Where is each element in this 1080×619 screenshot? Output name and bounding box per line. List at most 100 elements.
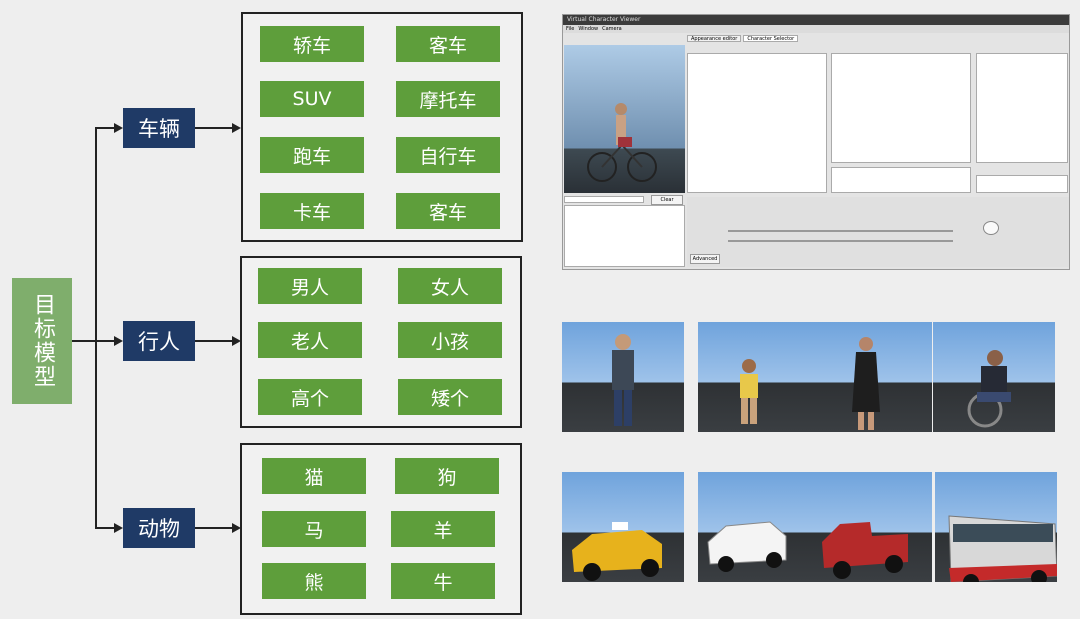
menubar: File Window Camera: [563, 25, 1069, 33]
leaf-bear: 熊: [262, 563, 366, 599]
category-pedestrian: 行人: [123, 321, 195, 361]
leaf-sports-car: 跑车: [260, 137, 364, 173]
leaf-label: 客车: [428, 201, 467, 224]
root-node: 目标模型: [12, 278, 72, 404]
3d-viewport[interactable]: [564, 45, 685, 193]
pickup-truck-icon: [822, 522, 908, 579]
leaf-sedan: 轿车: [260, 26, 364, 62]
leaf-label: 猫: [304, 466, 324, 489]
root-label: 目标模型: [30, 293, 55, 389]
clear-label: Clear: [660, 197, 674, 203]
category-animal: 动物: [123, 508, 195, 548]
leaf-motorcycle: 摩托车: [396, 81, 500, 117]
leaf-old-man: 老人: [258, 322, 362, 358]
connector-cat-2: [195, 340, 233, 342]
leaf-label: 牛: [433, 571, 453, 594]
thumbnail-pickup: [810, 472, 932, 582]
window-titlebar: Virtual Character Viewer: [563, 15, 1069, 25]
log-output: [564, 205, 685, 267]
leaf-label: 小孩: [430, 330, 469, 353]
leaf-label: 跑车: [292, 145, 331, 168]
appearance-list[interactable]: [831, 53, 971, 163]
thumbnail-woman: [810, 322, 932, 432]
leaf-label: SUV: [292, 88, 332, 110]
connector-branch-1: [95, 127, 115, 129]
cyclist-figure-icon: [587, 103, 657, 182]
tab-appearance-editor[interactable]: Appearance editor: [687, 35, 742, 42]
leaf-child: 小孩: [398, 322, 502, 358]
thumbnail-sedan: [698, 472, 820, 582]
leaf-tall: 高个: [258, 379, 362, 415]
menu-camera[interactable]: Camera: [602, 25, 622, 33]
leaf-label: 老人: [290, 330, 329, 353]
connector-root: [72, 340, 96, 342]
thumbnail-man: [562, 322, 684, 432]
log-filter-input[interactable]: [564, 196, 644, 203]
options-panel: [687, 197, 1069, 267]
leaf-label: 马: [304, 519, 324, 542]
leaf-label: 矮个: [430, 387, 469, 410]
connector-cat-3: [195, 527, 233, 529]
connector-trunk: [95, 127, 97, 528]
slider-2[interactable]: [728, 240, 953, 242]
arrow-3: [114, 523, 123, 533]
leaf-label: 轿车: [292, 34, 331, 57]
sedan-icon: [707, 521, 787, 572]
clear-button[interactable]: Clear: [651, 195, 683, 205]
connector-branch-2: [95, 340, 115, 342]
woman-icon: [852, 337, 880, 430]
category-vehicle: 车辆: [123, 108, 195, 148]
leaf-horse: 马: [262, 511, 366, 547]
boy-icon: [740, 359, 758, 424]
character-type-list[interactable]: [687, 53, 827, 193]
leaf-label: 高个: [290, 387, 329, 410]
leaf-man: 男人: [258, 268, 362, 304]
leaf-cat: 猫: [262, 458, 366, 494]
category-label: 动物: [138, 517, 180, 541]
arrow-1: [114, 123, 123, 133]
menu-file[interactable]: File: [566, 25, 574, 33]
advanced-label: Advanced: [692, 256, 718, 262]
arrow-2: [114, 336, 123, 346]
category-label: 车辆: [138, 117, 180, 141]
leaf-label: 客车: [428, 34, 467, 57]
arrow-cat-1: [232, 123, 241, 133]
leaf-short: 矮个: [398, 379, 502, 415]
leaf-truck: 卡车: [260, 193, 364, 229]
leaf-label: 卡车: [292, 201, 331, 224]
thumbnail-bus: [935, 472, 1057, 582]
character-viewer-window: Virtual Character Viewer File Window Cam…: [562, 14, 1070, 270]
leaf-sheep: 羊: [391, 511, 495, 547]
leaf-label: 自行车: [419, 145, 477, 168]
tab-character-selector[interactable]: Character Selector: [743, 35, 799, 42]
connector-branch-3: [95, 527, 115, 529]
leaf-bicycle: 自行车: [396, 137, 500, 173]
leaf-label: 摩托车: [419, 89, 477, 112]
gestures-list[interactable]: [976, 175, 1068, 193]
leaf-label: 男人: [290, 276, 329, 299]
thumbnail-boy: [698, 322, 820, 432]
slider-1[interactable]: [728, 230, 953, 232]
action-list[interactable]: [976, 53, 1068, 163]
category-label: 行人: [138, 330, 180, 354]
thumbnail-taxi: [562, 472, 684, 582]
bus-icon: [948, 515, 1057, 582]
leaf-label: 女人: [430, 276, 469, 299]
window-title: Virtual Character Viewer: [567, 16, 641, 23]
leaf-label: 狗: [437, 466, 457, 489]
leaf-suv: SUV: [260, 81, 364, 117]
taxi-icon: [572, 522, 662, 581]
leaf-dog: 狗: [395, 458, 499, 494]
leaf-woman: 女人: [398, 268, 502, 304]
menu-window[interactable]: Window: [578, 25, 598, 33]
variant-list[interactable]: [831, 167, 971, 193]
tab-bar: Appearance editor Character Selector: [687, 35, 827, 42]
leaf-label: 羊: [433, 519, 453, 542]
leaf-coach: 客车: [396, 193, 500, 229]
connector-cat-1: [195, 127, 233, 129]
shadow-toggle[interactable]: [983, 221, 999, 235]
wheelchair-man-icon: [967, 350, 1011, 428]
thumbnail-wheelchair: [933, 322, 1055, 432]
advanced-button[interactable]: Advanced: [690, 254, 720, 264]
leaf-bus: 客车: [396, 26, 500, 62]
